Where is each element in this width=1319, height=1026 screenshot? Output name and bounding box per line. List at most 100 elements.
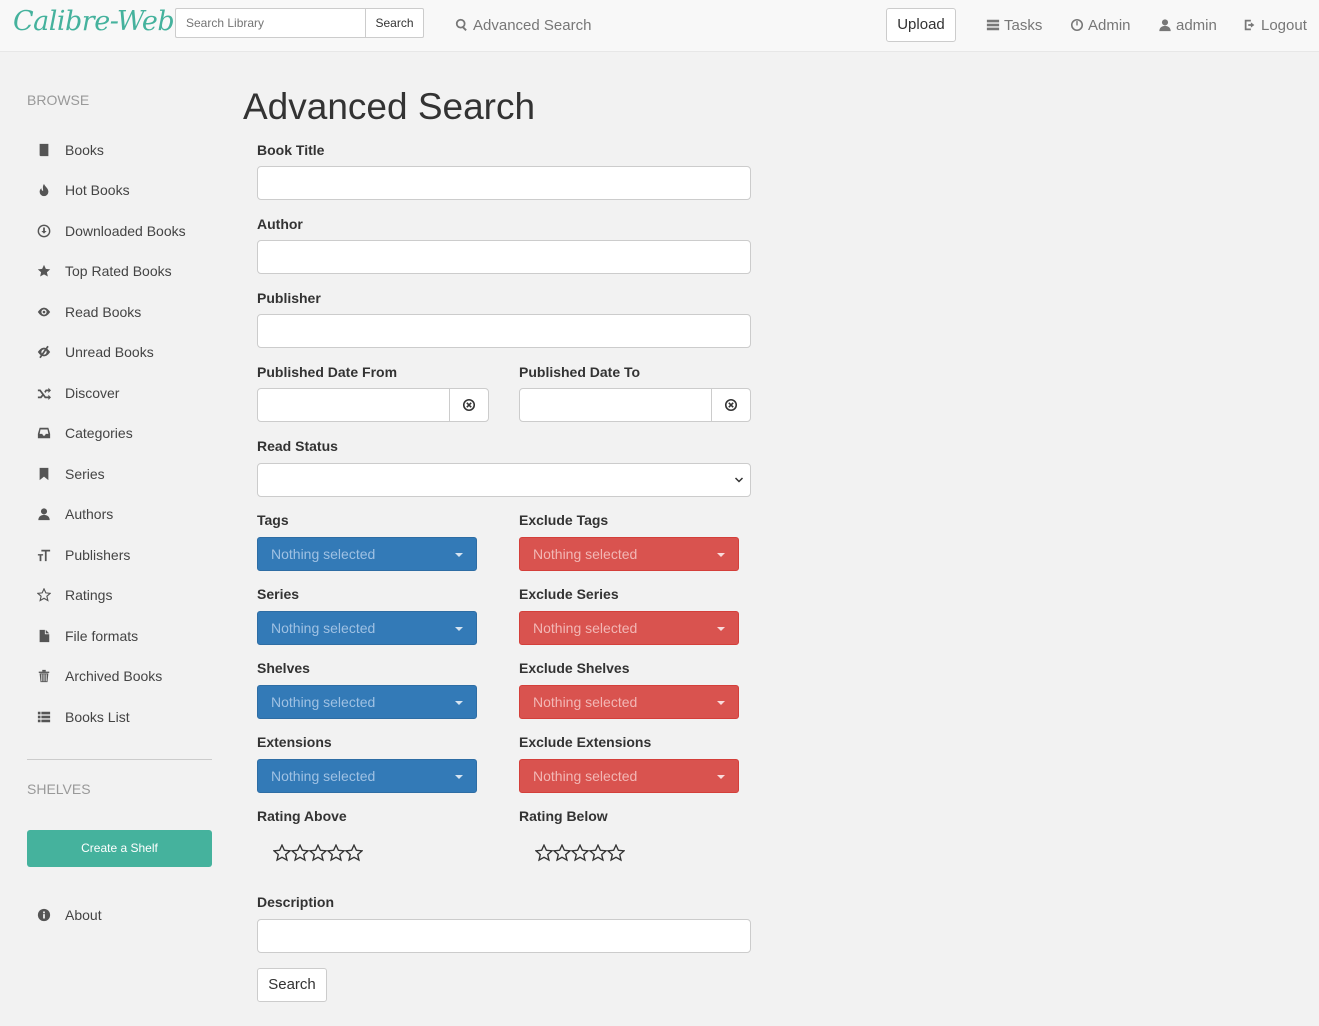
book-title-label: Book Title	[257, 142, 325, 158]
exclude-series-label: Exclude Series	[519, 586, 619, 602]
extensions-label: Extensions	[257, 734, 332, 750]
sidebar-item-archived-books[interactable]: Archived Books	[27, 658, 212, 694]
star-empty-icon[interactable]	[534, 843, 554, 862]
clear-circle-icon	[462, 398, 476, 412]
download-icon	[37, 224, 51, 238]
rating-below-stars[interactable]	[534, 843, 626, 862]
dropdown-value: Nothing selected	[271, 620, 376, 636]
search-button[interactable]: Search	[365, 8, 424, 38]
star-icon	[37, 264, 51, 277]
caret-down-icon	[455, 553, 463, 557]
author-field[interactable]	[257, 240, 751, 274]
fire-icon	[39, 183, 49, 197]
sidebar-item-file-formats[interactable]: File formats	[27, 618, 212, 654]
clear-circle-icon	[724, 398, 738, 412]
admin-link[interactable]: Admin	[1070, 15, 1131, 35]
tasks-link[interactable]: Tasks	[986, 15, 1042, 35]
sidebar-item-label: Authors	[65, 506, 114, 522]
logout-link[interactable]: Logout	[1243, 15, 1307, 35]
sidebar-item-publishers[interactable]: Publishers	[27, 537, 212, 573]
sidebar-item-label: Categories	[65, 425, 133, 441]
star-empty-icon[interactable]	[606, 843, 626, 862]
sidebar-item-discover[interactable]: Discover	[27, 375, 212, 411]
date-to-field[interactable]	[519, 388, 712, 422]
exclude-shelves-dropdown[interactable]: Nothing selected	[519, 685, 739, 719]
sidebar-item-top-rated[interactable]: Top Rated Books	[27, 253, 212, 289]
sidebar-item-label: About	[65, 907, 102, 923]
eye-slash-icon	[37, 345, 51, 359]
shelves-label: Shelves	[257, 660, 310, 676]
star-empty-icon[interactable]	[552, 843, 572, 862]
description-field[interactable]	[257, 919, 751, 953]
sidebar-item-categories[interactable]: Categories	[27, 415, 212, 451]
star-empty-icon[interactable]	[272, 843, 292, 862]
clear-date-from-button[interactable]	[449, 388, 489, 422]
upload-button[interactable]: Upload	[886, 8, 956, 42]
dropdown-value: Nothing selected	[271, 546, 376, 562]
sidebar-item-label: Archived Books	[65, 668, 163, 684]
search-input[interactable]	[175, 8, 366, 38]
sidebar-item-authors[interactable]: Authors	[27, 496, 212, 532]
sidebar-item-label: File formats	[65, 628, 139, 644]
admin-label: Admin	[1088, 16, 1131, 34]
user-label: admin	[1176, 16, 1217, 34]
sidebar-item-books-list[interactable]: Books List	[27, 699, 212, 735]
brand-logo[interactable]: Calibre-Web	[13, 6, 175, 37]
publisher-label: Publisher	[257, 290, 321, 306]
sidebar-item-label: Series	[65, 466, 105, 482]
sidebar-item-label: Hot Books	[65, 182, 130, 198]
read-status-select[interactable]	[257, 463, 751, 497]
sidebar-item-series[interactable]: Series	[27, 456, 212, 492]
advanced-search-link[interactable]: Advanced Search	[455, 15, 591, 35]
rating-above-stars[interactable]	[272, 843, 364, 862]
sidebar-item-books[interactable]: Books	[27, 132, 212, 168]
star-empty-icon[interactable]	[326, 843, 346, 862]
submit-search-button[interactable]: Search	[257, 968, 327, 1002]
sidebar-item-read-books[interactable]: Read Books	[27, 294, 212, 330]
exclude-extensions-dropdown[interactable]: Nothing selected	[519, 759, 739, 793]
dropdown-value: Nothing selected	[533, 546, 638, 562]
sidebar-item-hot-books[interactable]: Hot Books	[27, 172, 212, 208]
star-empty-icon[interactable]	[308, 843, 328, 862]
book-title-field[interactable]	[257, 166, 751, 200]
user-account-link[interactable]: admin	[1158, 15, 1217, 35]
shelves-header: SHELVES	[27, 781, 91, 797]
publisher-field[interactable]	[257, 314, 751, 348]
user-icon	[38, 508, 50, 521]
dropdown-value: Nothing selected	[533, 768, 638, 784]
author-label: Author	[257, 216, 303, 232]
exclude-tags-dropdown[interactable]: Nothing selected	[519, 537, 739, 571]
sidebar-item-label: Unread Books	[65, 344, 154, 360]
caret-down-icon	[717, 701, 725, 705]
tasks-icon	[986, 19, 1000, 31]
sidebar-item-ratings[interactable]: Ratings	[27, 577, 212, 613]
sidebar-item-about[interactable]: About	[27, 897, 212, 933]
date-from-field[interactable]	[257, 388, 450, 422]
exclude-shelves-label: Exclude Shelves	[519, 660, 630, 676]
dashboard-icon	[1070, 18, 1084, 32]
star-empty-icon[interactable]	[344, 843, 364, 862]
extensions-dropdown[interactable]: Nothing selected	[257, 759, 477, 793]
series-label: Series	[257, 586, 300, 602]
clear-date-to-button[interactable]	[711, 388, 751, 422]
description-label: Description	[257, 894, 335, 910]
exclude-series-dropdown[interactable]: Nothing selected	[519, 611, 739, 645]
user-icon	[1159, 19, 1171, 32]
sidebar-item-label: Read Books	[65, 304, 142, 320]
sidebar-item-label: Publishers	[65, 547, 131, 563]
star-empty-icon[interactable]	[570, 843, 590, 862]
list-icon	[37, 711, 51, 723]
star-empty-icon[interactable]	[588, 843, 608, 862]
shelves-dropdown[interactable]: Nothing selected	[257, 685, 477, 719]
create-shelf-button[interactable]: Create a Shelf	[27, 830, 212, 867]
tags-dropdown[interactable]: Nothing selected	[257, 537, 477, 571]
rating-above-label: Rating Above	[257, 808, 347, 824]
series-dropdown[interactable]: Nothing selected	[257, 611, 477, 645]
dropdown-value: Nothing selected	[271, 768, 376, 784]
star-empty-icon[interactable]	[290, 843, 310, 862]
sidebar-item-unread-books[interactable]: Unread Books	[27, 334, 212, 370]
caret-down-icon	[455, 775, 463, 779]
sidebar-item-downloaded-books[interactable]: Downloaded Books	[27, 213, 212, 249]
trash-icon	[38, 669, 50, 683]
file-icon	[39, 629, 50, 643]
